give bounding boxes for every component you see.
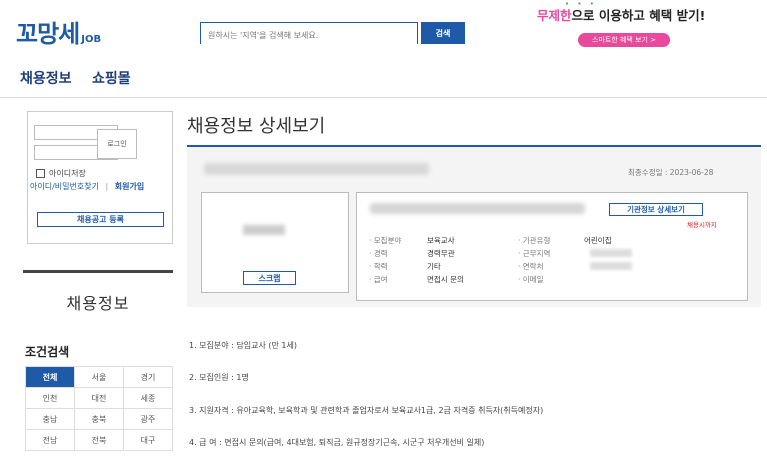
region-daejeon[interactable]: 대전: [74, 387, 124, 409]
org-logo-blurred: [243, 225, 285, 235]
find-account-link[interactable]: 아이디/비밀번호찾기: [30, 182, 99, 191]
sidebar-section-title: 채용정보: [66, 294, 130, 313]
nav-item-shop[interactable]: 쇼핑몰: [92, 68, 131, 88]
site-logo[interactable]: 꼬망세 JOB: [16, 14, 102, 48]
region-jeonbuk[interactable]: 전북: [74, 429, 124, 451]
remember-label: 아이디저장: [49, 169, 86, 178]
region-chungnam[interactable]: 충남: [25, 408, 75, 430]
requirement-line: 3. 지원자격 : 유아교육학, 보육학과 및 관련학과 졸업자로서 보육교사1…: [189, 406, 544, 415]
requirement-line: 4. 급 여 : 면접시 문의(급여, 4대보험, 퇴직금, 원규정장기근속, …: [189, 438, 485, 447]
education-value: 기타: [427, 262, 441, 271]
job-title-blurred: [204, 163, 429, 175]
email-label: · 이메일: [518, 275, 544, 284]
promo-rest: 으로 이용하고 혜택 받기!: [571, 8, 706, 23]
promo-highlight: 무제한: [537, 8, 572, 23]
region-jeonnam[interactable]: 전남: [25, 429, 75, 451]
sidebar-divider: [23, 270, 173, 273]
remember-id[interactable]: 아이디저장: [36, 168, 86, 179]
salary-label: · 급여: [369, 275, 388, 284]
search-box: [200, 22, 418, 46]
promo-button[interactable]: 스마트한 혜택 보기 >: [578, 33, 670, 47]
post-job-button[interactable]: 채용공고 등록: [37, 212, 164, 227]
salary-value: 면접시 문의: [427, 275, 464, 284]
category-label: · 모집분야: [369, 236, 402, 245]
login-button[interactable]: 로그인: [97, 129, 137, 159]
contact-label: · 연락처: [518, 262, 544, 271]
org-name-blurred: [370, 203, 585, 214]
region-sejong[interactable]: 세종: [123, 387, 173, 409]
region-daegu[interactable]: 대구: [123, 429, 173, 451]
region-gyeonggi[interactable]: 경기: [123, 366, 173, 388]
promo-banner-text[interactable]: 무제한으로 이용하고 혜택 받기!: [537, 5, 705, 24]
filter-heading: 조건검색: [25, 345, 70, 359]
scrap-button[interactable]: 스크랩: [243, 271, 296, 285]
requirement-line: 2. 모집인원 : 1명: [189, 373, 249, 382]
category-value: 보육교사: [427, 236, 455, 245]
nav-item-jobs[interactable]: 채용정보: [20, 68, 72, 88]
link-separator: |: [105, 182, 109, 191]
region-incheon[interactable]: 인천: [25, 387, 75, 409]
region-seoul[interactable]: 서울: [74, 366, 124, 388]
modified-date: 최종수정일 : 2023-06-28: [628, 168, 714, 177]
remember-checkbox[interactable]: [36, 169, 45, 178]
search-input[interactable]: [201, 25, 417, 46]
org-detail-button[interactable]: 기관정보 상세보기: [609, 203, 703, 216]
search-button[interactable]: 검색: [421, 22, 465, 44]
work-area-label: · 근무지역: [518, 249, 551, 258]
org-type-value: 어린이집: [584, 236, 612, 245]
region-all[interactable]: 전체: [25, 366, 75, 388]
logo-sub-text: JOB: [81, 34, 102, 45]
deadline-text: 채용시까지: [687, 221, 717, 229]
career-value: 경력무관: [427, 249, 455, 258]
career-label: · 경력: [369, 249, 388, 258]
region-gwangju[interactable]: 광주: [123, 408, 173, 430]
education-label: · 학력: [369, 262, 388, 271]
org-type-label: · 기관유형: [518, 236, 551, 245]
region-filter-table: 전체 서울 경기 인천 대전 세종 충남 충북 광주 전남 전북 대구: [25, 366, 173, 451]
work-area-blurred: [590, 249, 632, 257]
contact-blurred: [590, 262, 632, 270]
account-links: 아이디/비밀번호찾기 | 회원가입: [30, 181, 170, 193]
page-title: 채용정보 상세보기: [187, 116, 326, 137]
region-chungbuk[interactable]: 충북: [74, 408, 124, 430]
requirement-line: 1. 모집분야 : 담임교사 (만 1세): [189, 341, 297, 350]
logo-main-text: 꼬망세: [16, 20, 80, 48]
signup-link[interactable]: 회원가입: [115, 182, 144, 191]
